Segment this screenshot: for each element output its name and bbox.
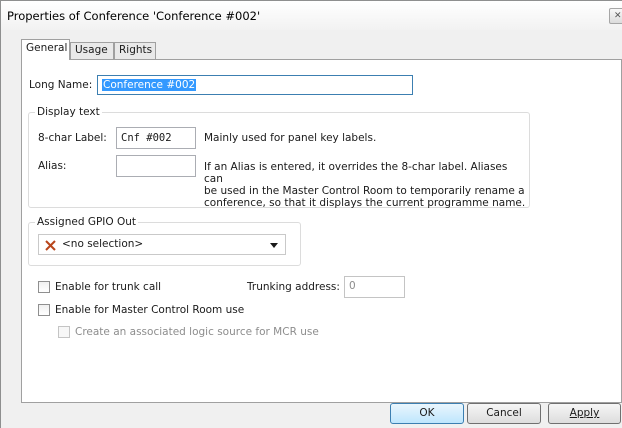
close-button[interactable]: ✕ <box>609 8 622 24</box>
long-name-input[interactable]: Conference #002 <box>97 75 413 95</box>
label8-hint: Mainly used for panel key labels. <box>204 132 377 144</box>
close-icon: ✕ <box>614 11 622 21</box>
ok-button[interactable]: OK <box>390 403 464 424</box>
chevron-down-icon <box>270 243 278 248</box>
general-tab-panel: Long Name: Conference #002 Display text … <box>21 59 622 403</box>
gpio-legend: Assigned GPIO Out <box>35 216 139 228</box>
tab-general[interactable]: General <box>21 39 70 60</box>
display-text-group: Display text 8-char Label: Cnf #002 Main… <box>28 106 530 209</box>
apply-button[interactable]: Apply <box>548 403 621 424</box>
trunk-call-checkbox[interactable] <box>38 281 50 293</box>
display-text-legend: Display text <box>35 106 102 118</box>
logic-source-checkbox[interactable] <box>58 326 70 338</box>
logic-source-label: Create an associated logic source for MC… <box>75 326 319 338</box>
title-bar[interactable]: Properties of Conference 'Conference #00… <box>1 1 622 30</box>
long-name-label: Long Name: <box>29 79 93 91</box>
alias-hint-line: be used in the Master Control Room to te… <box>204 185 525 197</box>
tab-usage[interactable]: Usage <box>70 42 114 59</box>
gpio-dropdown[interactable]: <no selection> <box>38 234 286 255</box>
gpio-selected-value: <no selection> <box>62 238 144 250</box>
trunking-address-input[interactable]: 0 <box>344 276 405 298</box>
alias-input[interactable] <box>116 155 196 177</box>
trunking-address-label: Trunking address: <box>247 281 340 293</box>
alias-hint-line: conference, so that it displays the curr… <box>204 197 526 209</box>
x-icon <box>45 240 56 251</box>
long-name-value: Conference #002 <box>102 79 197 91</box>
label8-label: 8-char Label: <box>38 132 107 144</box>
label8-input[interactable]: Cnf #002 <box>116 127 196 149</box>
window-title: Properties of Conference 'Conference #00… <box>7 9 261 23</box>
trunk-call-label: Enable for trunk call <box>55 281 162 293</box>
alias-hint-line: If an Alias is entered, it overrides the… <box>204 161 508 185</box>
cancel-button[interactable]: Cancel <box>467 403 541 424</box>
tab-rights[interactable]: Rights <box>114 42 156 59</box>
gpio-group: Assigned GPIO Out <no selection> <box>28 216 301 266</box>
alias-hint: If an Alias is entered, it overrides the… <box>204 161 529 209</box>
mcr-use-label: Enable for Master Control Room use <box>55 304 245 316</box>
alias-label: Alias: <box>38 160 67 172</box>
properties-dialog: Properties of Conference 'Conference #00… <box>0 0 622 428</box>
mcr-use-checkbox[interactable] <box>38 304 50 316</box>
